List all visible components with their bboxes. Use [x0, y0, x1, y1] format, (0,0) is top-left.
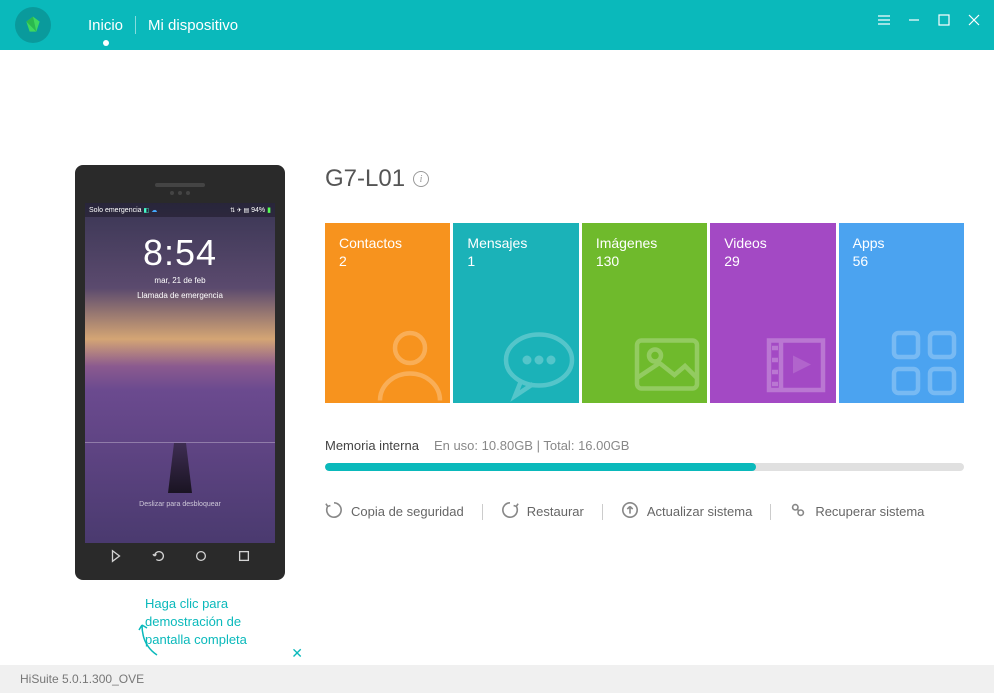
phone-emergency-text: Llamada de emergencia	[85, 291, 275, 300]
phone-screen: Solo emergencia ◧ ☁ ⇅ ✈ ▤ 94% ▮ 8:54 mar…	[85, 203, 275, 543]
phone-frame[interactable]: Solo emergencia ◧ ☁ ⇅ ✈ ▤ 94% ▮ 8:54 mar…	[75, 165, 285, 580]
phone-recent-icon	[237, 549, 251, 568]
memory-bar	[325, 463, 964, 471]
phone-time: 8:54	[85, 232, 275, 274]
images-icon	[622, 318, 707, 403]
phone-status-carrier: Solo emergencia	[89, 207, 142, 214]
close-icon[interactable]	[966, 12, 982, 28]
menu-icon[interactable]	[876, 12, 892, 28]
nav-device[interactable]: Mi dispositivo	[136, 17, 250, 34]
header: Inicio Mi dispositivo	[0, 0, 994, 50]
messages-icon	[494, 318, 579, 403]
hint-close-icon[interactable]: ✕	[291, 645, 303, 662]
version-text: HiSuite 5.0.1.300_OVE	[20, 672, 144, 686]
phone-sensors	[85, 191, 275, 195]
tile-value: 130	[596, 253, 693, 269]
tile-contacts[interactable]: Contactos 2	[325, 223, 450, 403]
nav-device-label: Mi dispositivo	[148, 17, 238, 34]
action-label: Copia de seguridad	[351, 504, 464, 519]
action-label: Restaurar	[527, 504, 584, 519]
tile-label: Imágenes	[596, 235, 693, 251]
videos-icon	[751, 318, 836, 403]
tile-value: 56	[853, 253, 950, 269]
phone-status-bar: Solo emergencia ◧ ☁ ⇅ ✈ ▤ 94% ▮	[85, 203, 275, 217]
content: Solo emergencia ◧ ☁ ⇅ ✈ ▤ 94% ▮ 8:54 mar…	[0, 50, 994, 650]
tile-images[interactable]: Imágenes 130	[582, 223, 707, 403]
phone-preview-section: Solo emergencia ◧ ☁ ⇅ ✈ ▤ 94% ▮ 8:54 mar…	[75, 165, 285, 650]
phone-back-icon	[109, 549, 123, 568]
tile-value: 2	[339, 253, 436, 269]
footer: HiSuite 5.0.1.300_OVE	[0, 665, 994, 693]
action-recover[interactable]: Recuperar sistema	[771, 501, 942, 522]
nav-home-label: Inicio	[88, 17, 123, 34]
action-restore[interactable]: Restaurar	[483, 501, 602, 522]
window-controls	[876, 12, 982, 28]
backup-icon	[325, 501, 343, 522]
tile-value: 29	[724, 253, 821, 269]
phone-nav-bar	[85, 543, 275, 573]
memory-fill	[325, 463, 756, 471]
phone-date: mar, 21 de feb	[85, 276, 275, 285]
phone-speaker	[155, 183, 205, 187]
recover-icon	[789, 501, 807, 522]
tile-label: Videos	[724, 235, 821, 251]
wallpaper-horizon	[85, 442, 275, 443]
restore-icon	[501, 501, 519, 522]
memory-header: Memoria interna En uso: 10.80GB | Total:…	[325, 438, 964, 453]
action-update[interactable]: Actualizar sistema	[603, 501, 770, 522]
memory-section: Memoria interna En uso: 10.80GB | Total:…	[325, 438, 964, 471]
minimize-icon[interactable]	[906, 12, 922, 28]
action-row: Copia de seguridad Restaurar Actualizar …	[325, 501, 964, 522]
tile-label: Contactos	[339, 235, 436, 251]
phone-unlock-hint: Deslizar para desbloquear	[85, 501, 275, 508]
action-label: Actualizar sistema	[647, 504, 752, 519]
nav-active-indicator	[103, 40, 109, 46]
tile-label: Mensajes	[467, 235, 564, 251]
phone-battery-pct: 94%	[251, 207, 265, 214]
update-icon	[621, 501, 639, 522]
apps-icon	[879, 318, 964, 403]
maximize-icon[interactable]	[936, 12, 952, 28]
wallpaper-dock	[150, 443, 210, 493]
main-section: G7-L01 i Contactos 2 Mensajes 1 Imágenes…	[325, 165, 964, 650]
contacts-icon	[365, 318, 450, 403]
tile-videos[interactable]: Videos 29	[710, 223, 835, 403]
nav-home[interactable]: Inicio	[76, 17, 135, 34]
tile-apps[interactable]: Apps 56	[839, 223, 964, 403]
memory-stats: En uso: 10.80GB | Total: 16.00GB	[434, 438, 629, 453]
hint-arrow-icon	[137, 620, 167, 665]
app-logo	[15, 7, 51, 43]
device-name: G7-L01	[325, 165, 405, 193]
info-icon[interactable]: i	[413, 171, 429, 187]
tile-label: Apps	[853, 235, 950, 251]
memory-label: Memoria interna	[325, 438, 419, 453]
action-backup[interactable]: Copia de seguridad	[325, 501, 482, 522]
phone-refresh-icon	[152, 549, 166, 568]
phone-home-icon	[194, 549, 208, 568]
action-label: Recuperar sistema	[815, 504, 924, 519]
device-title-row: G7-L01 i	[325, 165, 964, 193]
category-tiles: Contactos 2 Mensajes 1 Imágenes 130 Vide…	[325, 223, 964, 403]
tile-value: 1	[467, 253, 564, 269]
tile-messages[interactable]: Mensajes 1	[453, 223, 578, 403]
